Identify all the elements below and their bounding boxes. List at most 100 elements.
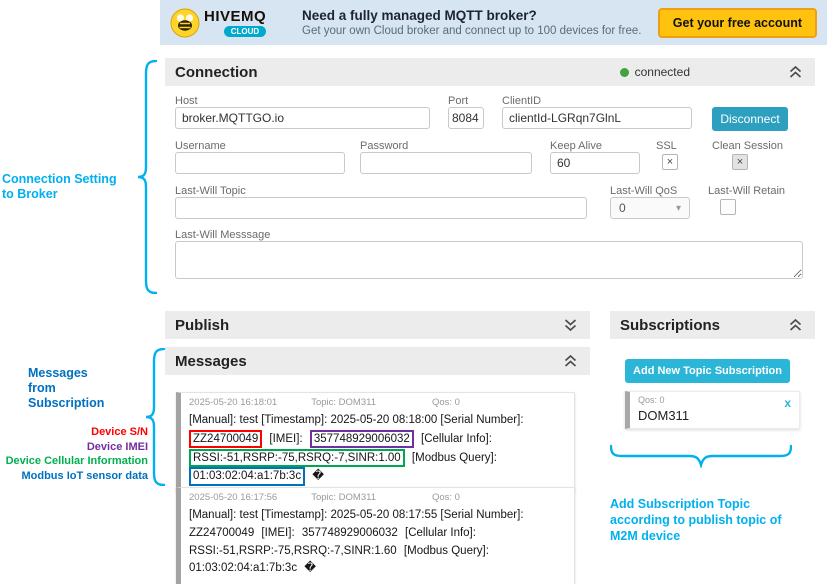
banner-text: Need a fully managed MQTT broker? Get yo…	[302, 8, 658, 37]
annotation-line: Add Subscription Topic	[610, 496, 827, 512]
disconnect-button[interactable]: Disconnect	[712, 107, 788, 131]
connection-annotation: Connection Setting to Broker	[2, 172, 142, 202]
cellular-label: [Cellular Info]:	[421, 433, 492, 445]
annotation-line: from	[28, 381, 148, 396]
hivemq-brand-text: HIVEMQ	[204, 8, 266, 25]
connection-brace	[136, 60, 158, 294]
collapse-subscriptions-icon[interactable]	[788, 318, 803, 332]
message-qos: Qos: 0	[432, 397, 460, 408]
payload-text: [Manual]: test [Timestamp]: 2025-05-20 0…	[189, 414, 524, 426]
payload-tail: �	[304, 562, 316, 574]
publish-section-header: Publish	[165, 311, 590, 339]
cellular-value: RSSI:-51,RSRP:-75,RSRQ:-7,SINR:1.60	[189, 545, 397, 557]
subscription-topic: DOM311	[638, 408, 791, 423]
hivemq-logo: HIVEMQ CLOUD	[170, 8, 288, 38]
subscriptions-section-header: Subscriptions	[610, 311, 815, 339]
lastwill-message-label: Last-Will Messsage	[175, 229, 270, 241]
connection-status-text: connected	[635, 65, 690, 79]
annotation-line: according to publish topic of	[610, 512, 827, 528]
messages-annotation: Messages from Subscription	[28, 366, 148, 411]
message-topic: Topic: DOM311	[311, 397, 376, 408]
lastwill-retain-checkbox[interactable]	[720, 199, 736, 215]
cellular-label: [Cellular Info]:	[405, 527, 476, 539]
annotation-line: Connection Setting	[2, 172, 142, 187]
clean-session-label: Clean Session	[712, 140, 783, 152]
message-topic: Topic: DOM311	[311, 492, 376, 503]
port-input[interactable]	[448, 107, 484, 129]
messages-section-header: Messages	[165, 347, 590, 375]
modbus-value: 01:03:02:04:a1:7b:3c	[189, 467, 305, 485]
annotation-line: Messages	[28, 366, 148, 381]
host-input[interactable]	[175, 107, 430, 129]
subscription-annotation: Add Subscription Topic according to publ…	[610, 496, 827, 544]
username-input[interactable]	[175, 152, 345, 174]
cellular-value: RSSI:-51,RSRP:-75,RSRQ:-7,SINR:1.00	[189, 449, 405, 467]
lastwill-retain-label: Last-Will Retain	[708, 185, 785, 197]
imei-value: 357748929006032	[310, 430, 414, 448]
lastwill-message-textarea[interactable]	[175, 241, 803, 279]
imei-value: 357748929006032	[302, 527, 398, 539]
expand-publish-icon[interactable]	[563, 318, 578, 332]
modbus-label: [Modbus Query]:	[412, 452, 497, 464]
username-label: Username	[175, 140, 226, 152]
connected-status-dot	[620, 68, 629, 77]
message-timestamp: 2025-05-20 16:18:01	[189, 397, 277, 408]
password-label: Password	[360, 140, 408, 152]
subscription-item: Qos: 0 DOM311 x	[625, 391, 800, 429]
legend-modbus: Modbus IoT sensor data	[0, 469, 148, 484]
collapse-messages-icon[interactable]	[563, 354, 578, 368]
annotation-line: M2M device	[610, 528, 827, 544]
ssl-label: SSL	[656, 140, 677, 152]
clientid-input[interactable]	[502, 107, 692, 129]
message-qos: Qos: 0	[432, 492, 460, 503]
publish-title: Publish	[175, 317, 229, 334]
serial-number-value: ZZ24700049	[189, 430, 262, 448]
password-input[interactable]	[360, 152, 532, 174]
unsubscribe-close-button[interactable]: x	[784, 396, 791, 410]
message-payload: [Manual]: test [Timestamp]: 2025-05-20 0…	[189, 507, 566, 578]
legend-device-sn: Device S/N	[0, 425, 148, 440]
hivemq-bee-icon	[170, 8, 200, 38]
lastwill-topic-input[interactable]	[175, 197, 587, 219]
imei-label: [IMEI]:	[261, 527, 294, 539]
subscription-brace	[610, 444, 792, 468]
banner-headline: Need a fully managed MQTT broker?	[302, 8, 658, 23]
annotation-line: to Broker	[2, 187, 142, 202]
message-timestamp: 2025-05-20 16:17:56	[189, 492, 277, 503]
message-item: 2025-05-20 16:18:01 Topic: DOM311 Qos: 0…	[176, 392, 575, 493]
port-label: Port	[448, 95, 468, 107]
subscription-qos: Qos: 0	[638, 395, 791, 405]
keepalive-label: Keep Alive	[550, 140, 602, 152]
legend-device-cellular: Device Cellular Information	[0, 454, 148, 469]
lastwill-qos-select[interactable]: 0 ▾	[610, 197, 690, 219]
imei-label: [IMEI]:	[269, 433, 302, 445]
page: HIVEMQ CLOUD Need a fully managed MQTT b…	[0, 0, 827, 584]
get-free-account-button[interactable]: Get your free account	[658, 8, 817, 38]
banner-subtext: Get your own Cloud broker and connect up…	[302, 25, 658, 37]
ssl-checkbox[interactable]: ×	[662, 154, 678, 170]
connection-status: connected	[620, 65, 690, 79]
serial-number-value: ZZ24700049	[189, 527, 254, 539]
clean-session-checkbox[interactable]: ×	[732, 154, 748, 170]
connection-section-header: Connection connected	[165, 58, 815, 86]
hivemq-cloud-badge: CLOUD	[224, 26, 266, 37]
modbus-value: 01:03:02:04:a1:7b:3c	[189, 562, 297, 574]
add-subscription-button[interactable]: Add New Topic Subscription	[625, 359, 790, 383]
modbus-label: [Modbus Query]:	[404, 545, 489, 557]
collapse-connection-icon[interactable]	[788, 65, 803, 79]
lastwill-qos-label: Last-Will QoS	[610, 185, 677, 197]
payload-tail: �	[312, 470, 324, 482]
annotation-line: Subscription	[28, 396, 148, 411]
dropdown-caret-icon: ▾	[676, 203, 681, 214]
keepalive-input[interactable]	[550, 152, 640, 174]
messages-title: Messages	[175, 353, 247, 370]
subscriptions-title: Subscriptions	[620, 317, 720, 334]
lastwill-qos-value: 0	[619, 201, 626, 215]
message-payload: [Manual]: test [Timestamp]: 2025-05-20 0…	[189, 412, 566, 486]
hivemq-banner: HIVEMQ CLOUD Need a fully managed MQTT b…	[160, 0, 827, 45]
legend-device-imei: Device IMEI	[0, 440, 148, 455]
message-meta: 2025-05-20 16:17:56 Topic: DOM311 Qos: 0	[189, 492, 566, 503]
lastwill-topic-label: Last-Will Topic	[175, 185, 246, 197]
connection-title: Connection	[175, 64, 258, 81]
host-label: Host	[175, 95, 198, 107]
